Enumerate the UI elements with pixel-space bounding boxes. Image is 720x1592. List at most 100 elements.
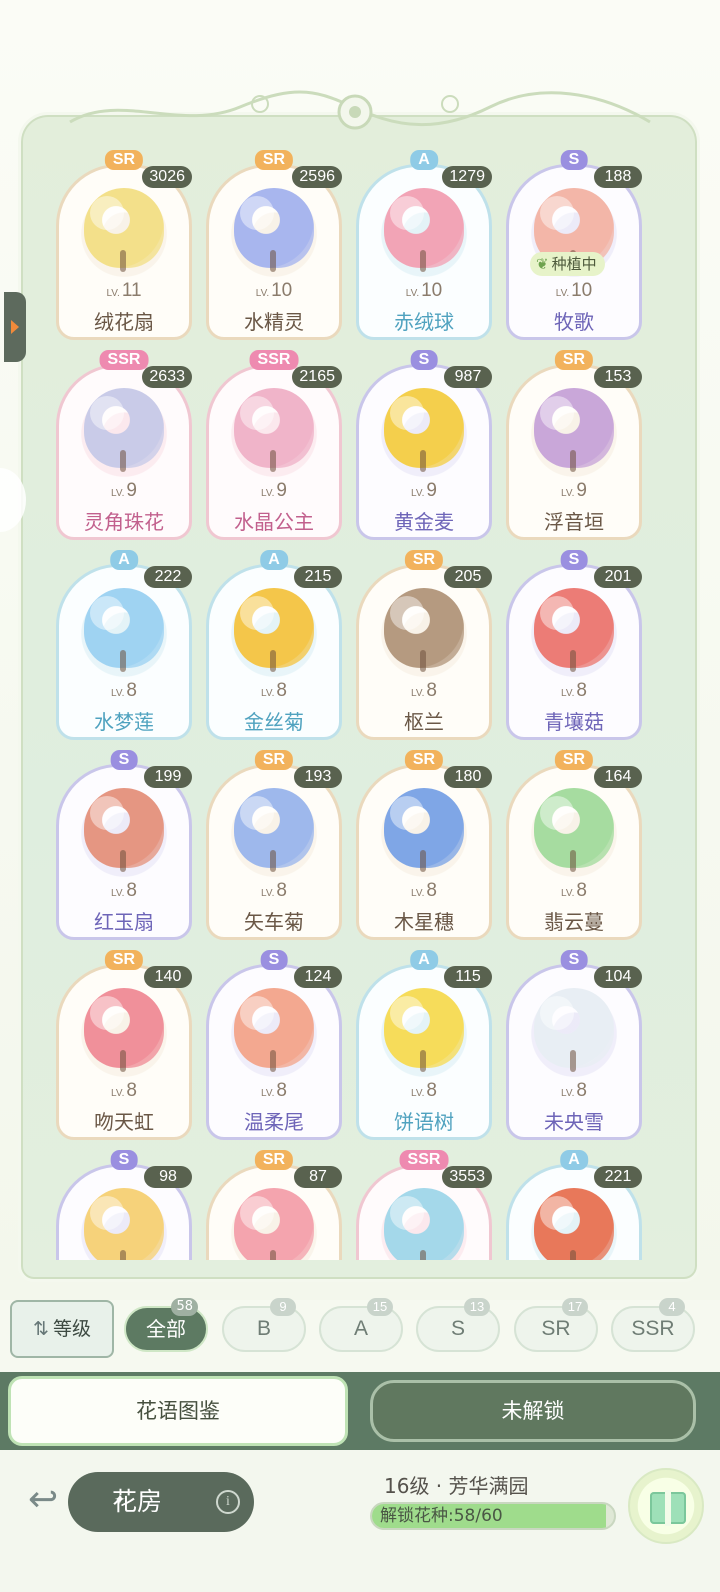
rarity-badge: S: [110, 750, 138, 770]
flower-card[interactable]: SSR 2165 LV. 9 水晶公主: [206, 350, 342, 540]
level-number: 8: [576, 880, 587, 901]
flower-card[interactable]: SR 87: [206, 1150, 342, 1260]
filter-count-badge: 4: [659, 1298, 685, 1316]
level-number: 8: [426, 1080, 437, 1101]
level-number: 8: [276, 880, 287, 901]
flower-card[interactable]: SR 3026 LV. 11 绒花扇: [56, 150, 192, 340]
flower-card[interactable]: A 115 LV. 8 饼语树: [356, 950, 492, 1140]
vine-ornament: [69, 90, 651, 130]
flower-level: LV. 9: [506, 480, 642, 502]
level-number: 8: [126, 880, 137, 901]
flower-card[interactable]: A 222 LV. 8 水梦莲: [56, 550, 192, 740]
filter-chip-ssr[interactable]: SSR 4: [611, 1298, 695, 1352]
flower-image: [84, 788, 164, 872]
flower-image: [384, 188, 464, 272]
flower-card[interactable]: S 124 LV. 8 温柔尾: [206, 950, 342, 1140]
tab-locked[interactable]: 未解锁: [370, 1380, 696, 1442]
flower-name: 金丝菊: [244, 710, 304, 734]
rarity-badge: SR: [254, 1150, 294, 1170]
filter-chip-b[interactable]: B9: [222, 1298, 306, 1352]
bottom-bar: ↩ ✦ 花房 i 16级 · 芳华满园 解锁花种:58/60: [0, 1450, 720, 1592]
flower-image: [234, 1188, 314, 1260]
flower-count-badge: 115: [444, 966, 492, 988]
flower-count-badge: 104: [594, 966, 642, 988]
flower-card[interactable]: A 221: [506, 1150, 642, 1260]
rarity-badge: SR: [104, 150, 144, 170]
tab-flower-collection[interactable]: 花语图鉴: [8, 1376, 348, 1446]
filter-chip-s[interactable]: S 13: [416, 1298, 500, 1352]
rarity-badge: SR: [554, 750, 594, 770]
flower-card[interactable]: S 188 ❦ 种植中 LV. 10 牧歌: [506, 150, 642, 340]
flower-image: [84, 1188, 164, 1260]
flower-card[interactable]: S 987 LV. 9 黄金麦: [356, 350, 492, 540]
flower-name: 绒花扇: [94, 310, 154, 334]
rarity-badge: S: [260, 950, 288, 970]
rarity-badge: S: [560, 150, 588, 170]
filter-count-badge: 15: [367, 1298, 393, 1316]
level-prefix: LV.: [555, 288, 570, 299]
level-prefix: LV.: [561, 688, 575, 699]
flower-card[interactable]: SR 205 LV. 8 枢兰: [356, 550, 492, 740]
flower-card[interactable]: SSR 3553: [356, 1150, 492, 1260]
sort-by-level-button[interactable]: ⇅ 等级: [10, 1300, 114, 1358]
rarity-badge: S: [410, 350, 438, 370]
flower-card[interactable]: SR 180 LV. 8 木星穗: [356, 750, 492, 940]
flower-name: 牧歌: [554, 310, 594, 334]
flower-level: LV. 8: [206, 880, 342, 902]
flower-image: [84, 188, 164, 272]
flower-card[interactable]: A 1279 LV. 10 赤绒球: [356, 150, 492, 340]
flower-card[interactable]: SR 153 LV. 9 浮音垣: [506, 350, 642, 540]
filter-chip-label: SR: [541, 1317, 571, 1340]
filter-chip-a[interactable]: A 15: [319, 1298, 403, 1352]
level-prefix: LV.: [411, 1088, 425, 1099]
flower-name: 灵角珠花: [84, 510, 164, 534]
level-prefix: LV.: [111, 888, 125, 899]
flower-level: LV. 9: [56, 480, 192, 502]
level-prefix: LV.: [106, 288, 120, 299]
flower-level: LV. 8: [56, 880, 192, 902]
flower-image: [534, 788, 614, 872]
flower-card[interactable]: SR 164 LV. 8 翡云蔓: [506, 750, 642, 940]
level-number: 10: [421, 280, 443, 301]
side-drawer-tab[interactable]: [4, 292, 26, 362]
filter-chip-label: S: [450, 1317, 465, 1340]
flower-card[interactable]: S 98: [56, 1150, 192, 1260]
level-number: 9: [576, 480, 587, 501]
level-prefix: LV.: [405, 288, 420, 299]
flower-card[interactable]: S 104 LV. 8 未央雪: [506, 950, 642, 1140]
flower-image: [84, 388, 164, 472]
flower-level: LV. 8: [356, 1080, 492, 1102]
flower-name: 翡云蔓: [544, 910, 604, 934]
level-prefix: LV.: [411, 488, 425, 499]
flower-image: [234, 188, 314, 272]
flower-card[interactable]: S 201 LV. 8 青壤菇: [506, 550, 642, 740]
gift-box-icon[interactable]: [628, 1468, 704, 1544]
filter-count-badge: 17: [562, 1298, 588, 1316]
rarity-badge: SSR: [399, 1150, 449, 1170]
flower-level: LV. 8: [56, 680, 192, 702]
flower-card[interactable]: SR 140 LV. 8 吻天虹: [56, 950, 192, 1140]
flower-card[interactable]: A 215 LV. 8 金丝菊: [206, 550, 342, 740]
flower-card[interactable]: SR 2596 LV. 10 水精灵: [206, 150, 342, 340]
flower-image: [384, 988, 464, 1072]
level-prefix: LV.: [561, 1088, 575, 1099]
flower-image: [234, 388, 314, 472]
rarity-badge: A: [410, 950, 438, 970]
rarity-badge: S: [560, 550, 588, 570]
flower-card[interactable]: SSR 2633 LV. 9 灵角珠花: [56, 350, 192, 540]
flower-card[interactable]: S 199 LV. 8 红玉扇: [56, 750, 192, 940]
greenhouse-button[interactable]: ✦ 花房 i: [68, 1472, 254, 1532]
rarity-badge: S: [110, 1150, 138, 1170]
filter-chip-all[interactable]: 全部 58: [124, 1298, 208, 1352]
flower-card[interactable]: SR 193 LV. 8 矢车菊: [206, 750, 342, 940]
filter-chip-sr[interactable]: SR 17: [514, 1298, 598, 1352]
level-number: 8: [426, 880, 437, 901]
flower-count-badge: 987: [444, 366, 492, 388]
level-number: 10: [571, 280, 593, 301]
flower-name: 吻天虹: [94, 1110, 154, 1134]
flower-name: 水梦莲: [94, 710, 154, 734]
flower-name: 青壤菇: [544, 710, 604, 734]
info-icon[interactable]: i: [216, 1490, 240, 1514]
level-number: 10: [271, 280, 293, 301]
level-number: 8: [576, 1080, 587, 1101]
